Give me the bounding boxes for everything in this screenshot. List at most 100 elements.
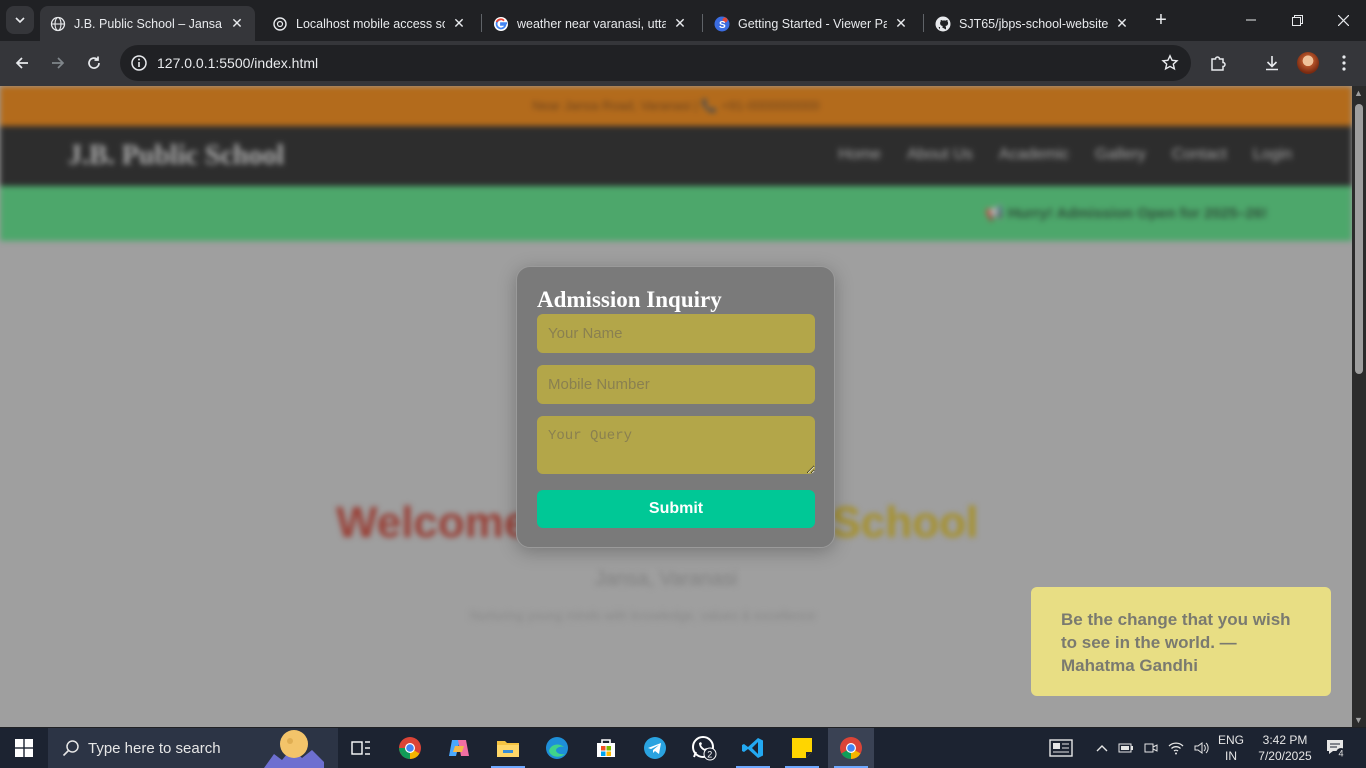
taskbar-chrome-active[interactable] (828, 728, 874, 768)
clock-date: 7/20/2025 (1258, 749, 1312, 763)
notification-center-button[interactable]: 4 (1322, 728, 1350, 768)
reload-icon (88, 56, 100, 69)
chrome-icon (840, 737, 862, 759)
quote-card: Be the change that you wish to see in th… (1031, 587, 1331, 696)
reload-button[interactable] (80, 49, 108, 77)
name-input[interactable] (537, 314, 815, 353)
taskbar-microsoft-store[interactable] (583, 728, 629, 768)
submit-button[interactable]: Submit (537, 490, 815, 528)
forward-button[interactable] (44, 49, 72, 77)
page-viewport: Near Jansa Road, Varanasi | 📞 +91-000000… (0, 86, 1352, 727)
task-view-icon (351, 741, 370, 755)
windows-logo-icon (15, 739, 33, 757)
arrow-left-icon (15, 57, 28, 69)
bookmark-star-icon[interactable] (1161, 54, 1179, 72)
task-view-button[interactable] (338, 728, 384, 768)
news-icon (1049, 739, 1073, 757)
chrome-icon (399, 737, 421, 759)
scrollbar-thumb[interactable] (1355, 104, 1363, 374)
close-icon (1337, 14, 1349, 26)
close-tab-icon[interactable]: ✕ (893, 15, 909, 32)
downloads-button[interactable] (1260, 51, 1284, 75)
vscode-icon (742, 738, 763, 758)
taskbar-sticky-notes[interactable] (779, 728, 825, 768)
edge-icon (546, 737, 568, 759)
download-icon (1266, 56, 1278, 71)
taskbar-whatsapp[interactable]: 2 (681, 728, 727, 768)
google-icon (493, 16, 509, 32)
tab-github[interactable]: SJT65/jbps-school-website- ✕ (925, 6, 1140, 41)
language-indicator[interactable]: ENG IN (1216, 728, 1246, 768)
mobile-number-input[interactable] (537, 365, 815, 404)
system-tray-icons (1096, 728, 1210, 768)
chevron-down-icon (15, 17, 25, 24)
address-bar[interactable]: 127.0.0.1:5500/index.html (120, 45, 1191, 81)
taskbar-chrome[interactable] (387, 728, 433, 768)
taskbar-search-box[interactable]: Type here to search (48, 728, 338, 768)
clock[interactable]: 3:42 PM 7/20/2025 (1254, 728, 1316, 768)
close-window-button[interactable] (1320, 0, 1366, 40)
profile-avatar[interactable] (1297, 52, 1319, 74)
minimize-icon (1246, 19, 1256, 21)
quote-text: Be the change that you wish to see in th… (1061, 610, 1291, 675)
tab-jbps[interactable]: J.B. Public School – Jansa, Va ✕ (40, 6, 255, 41)
page-scrollbar[interactable]: ▲ ▼ (1352, 86, 1366, 727)
viewer-s-icon: S (714, 16, 730, 32)
tab-weather[interactable]: weather near varanasi, uttar ✕ (483, 6, 698, 41)
start-button[interactable] (0, 728, 48, 768)
close-tab-icon[interactable]: ✕ (229, 15, 245, 32)
site-info-icon[interactable] (130, 54, 148, 72)
new-tab-button[interactable]: + (1150, 9, 1172, 31)
svg-text:S: S (719, 20, 726, 31)
modal-title: Admission Inquiry (537, 287, 722, 312)
browser-toolbar: 127.0.0.1:5500/index.html (0, 41, 1366, 86)
tab-viewer[interactable]: S Getting Started - Viewer Pag ✕ (704, 6, 919, 41)
language-region: IN (1225, 749, 1237, 763)
tab-title: SJT65/jbps-school-website- (959, 16, 1108, 31)
back-button[interactable] (8, 49, 36, 77)
file-explorer-icon (497, 741, 519, 757)
tab-search-button[interactable] (6, 6, 34, 34)
taskbar-telegram[interactable] (632, 728, 678, 768)
battery-icon[interactable] (1118, 742, 1134, 754)
github-icon (935, 16, 951, 32)
browser-tabstrip: J.B. Public School – Jansa, Va ✕ Localho… (0, 0, 1366, 41)
taskbar-file-explorer[interactable] (485, 728, 531, 768)
admission-inquiry-modal: Admission Inquiry Submit (516, 266, 835, 548)
scroll-up-icon[interactable]: ▲ (1354, 88, 1363, 98)
news-widget-button[interactable] (1046, 728, 1076, 768)
taskbar-edge[interactable] (534, 728, 580, 768)
chevron-up-icon[interactable] (1096, 744, 1108, 752)
telegram-icon (644, 737, 666, 759)
taskbar-vscode[interactable] (730, 728, 776, 768)
url-text[interactable]: 127.0.0.1:5500/index.html (157, 55, 318, 71)
extensions-button[interactable] (1206, 51, 1230, 75)
language-code: ENG (1217, 733, 1244, 747)
minimize-button[interactable] (1228, 0, 1274, 40)
close-tab-icon[interactable]: ✕ (672, 15, 688, 32)
windows-taskbar: Type here to search 2 ENG IN 3:42 PM 7/2… (0, 728, 1366, 768)
tab-separator (923, 14, 924, 32)
wifi-icon[interactable] (1168, 741, 1184, 755)
meet-now-icon[interactable] (1144, 741, 1158, 755)
notification-count: 4 (1339, 749, 1344, 759)
copilot-icon (449, 740, 469, 756)
taskbar-search-placeholder: Type here to search (88, 739, 221, 757)
close-tab-icon[interactable]: ✕ (451, 15, 467, 32)
tab-localhost-mobile[interactable]: Localhost mobile access solu ✕ (262, 6, 477, 41)
volume-icon[interactable] (1194, 741, 1210, 755)
browser-menu-button[interactable] (1332, 51, 1356, 75)
puzzle-icon (1211, 56, 1226, 71)
restore-button[interactable] (1274, 0, 1320, 40)
query-textarea[interactable] (537, 416, 815, 474)
globe-icon (50, 16, 66, 32)
taskbar-copilot[interactable] (436, 728, 482, 768)
close-tab-icon[interactable]: ✕ (1114, 15, 1130, 32)
search-icon (62, 740, 79, 757)
tab-title: J.B. Public School – Jansa, Va (74, 16, 223, 31)
kebab-menu-icon (1342, 55, 1346, 71)
notification-icon: 4 (1327, 740, 1346, 759)
restore-icon (1291, 14, 1303, 26)
whatsapp-badge: 2 (707, 750, 712, 760)
scroll-down-icon[interactable]: ▼ (1354, 715, 1363, 725)
